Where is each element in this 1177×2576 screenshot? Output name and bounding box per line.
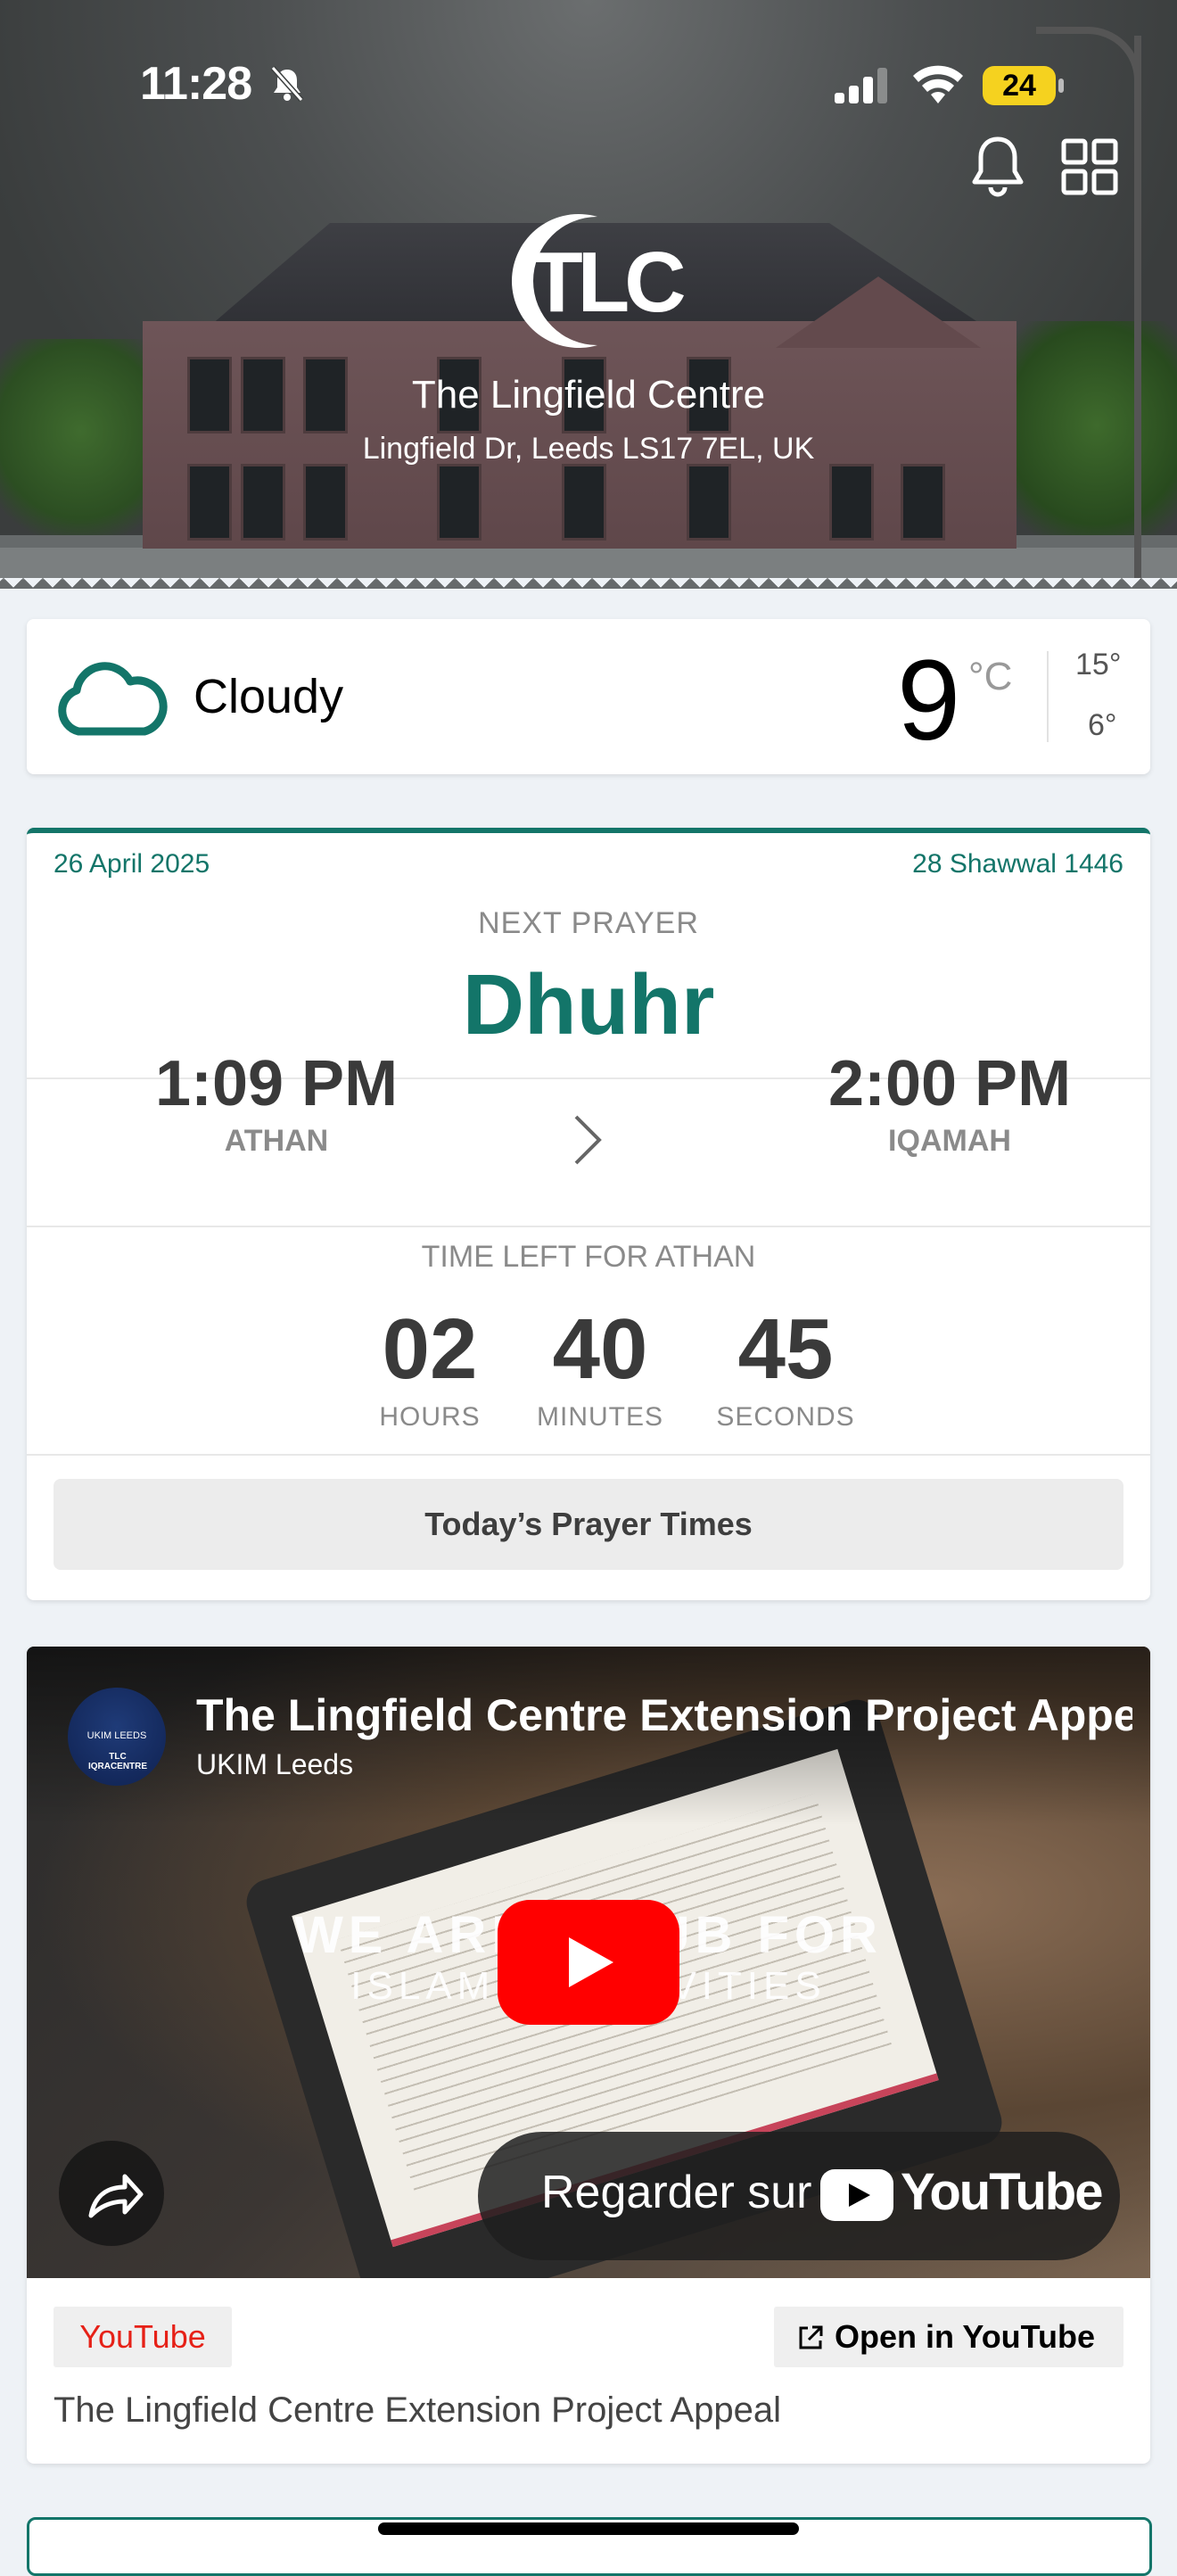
battery-level: 24 <box>983 66 1056 105</box>
open-in-youtube-button[interactable]: Open in YouTube <box>774 2307 1124 2367</box>
divider <box>27 1454 1150 1456</box>
iqamah-label: IQAMAH <box>888 1124 1011 1158</box>
countdown-minutes: 40 <box>552 1301 648 1397</box>
youtube-wordmark: YouTube <box>901 2163 1103 2221</box>
share-icon <box>88 2174 144 2218</box>
watch-on-label: Regarder sur <box>541 2167 812 2218</box>
centre-address: Lingfield Dr, Leeds LS17 7EL, UK <box>362 432 815 466</box>
bell-icon[interactable] <box>967 134 1028 198</box>
wifi-icon <box>913 65 963 103</box>
next-prayer-name: Dhuhr <box>462 957 715 1053</box>
temperature-divider <box>1047 651 1049 742</box>
countdown-seconds: 45 <box>737 1301 834 1397</box>
channel-name[interactable]: UKIM Leeds <box>196 1748 353 1781</box>
chevron-right-icon <box>574 1115 602 1165</box>
status-time: 11:28 <box>140 58 252 110</box>
iqamah-time: 2:00 PM <box>827 1048 1072 1119</box>
source-badge: YouTube <box>54 2307 232 2367</box>
play-icon[interactable] <box>498 1900 679 2025</box>
countdown-hours-label: HOURS <box>379 1402 481 1432</box>
street-lamp <box>1134 36 1141 580</box>
youtube-logo-icon <box>820 2169 893 2221</box>
battery-indicator: 24 <box>983 66 1066 105</box>
logo-text: TLC <box>531 235 687 330</box>
video-description: The Lingfield Centre Extension Project A… <box>54 2390 782 2430</box>
next-prayer-label: NEXT PRAYER <box>478 906 699 940</box>
weather-condition: Cloudy <box>193 670 344 723</box>
temperature: 9 <box>897 637 960 764</box>
athan-label: ATHAN <box>224 1124 329 1158</box>
grid-icon[interactable] <box>1061 138 1118 195</box>
video-card: UKIM LEEDS TLC IQRACENTRE The Lingfield … <box>27 1647 1150 2464</box>
todays-prayer-times-button[interactable]: Today’s Prayer Times <box>54 1479 1124 1570</box>
divider <box>27 1226 1150 1227</box>
avatar-text: UKIM LEEDS <box>86 1730 147 1741</box>
video-title[interactable]: The Lingfield Centre Extension Project A… <box>196 1689 1132 1741</box>
temperature-high: 15° <box>1075 648 1122 681</box>
hijri-date: 28 Shawwal 1446 <box>912 849 1124 879</box>
cloud-icon <box>58 662 168 736</box>
open-in-youtube-label: Open in YouTube <box>835 2318 1095 2355</box>
weather-card: Cloudy 9 °C 15° 6° <box>27 619 1150 774</box>
prayer-card: 26 April 2025 28 Shawwal 1446 NEXT PRAYE… <box>27 828 1150 1600</box>
temperature-unit: °C <box>968 655 1013 698</box>
centre-name: The Lingfield Centre <box>411 373 766 417</box>
time-left-label: TIME LEFT FOR ATHAN <box>421 1240 756 1274</box>
video-thumbnail[interactable]: UKIM LEEDS TLC IQRACENTRE The Lingfield … <box>27 1647 1150 2278</box>
gregorian-date: 26 April 2025 <box>54 849 210 879</box>
zigzag-edge <box>0 578 1177 589</box>
temperature-low: 6° <box>1088 708 1117 742</box>
countdown-hours: 02 <box>382 1301 478 1397</box>
countdown-seconds-label: SECONDS <box>716 1402 855 1432</box>
bell-slash-icon <box>270 66 304 102</box>
signal-icon <box>835 68 887 103</box>
external-link-icon <box>799 2325 823 2349</box>
athan-time: 1:09 PM <box>154 1048 399 1119</box>
home-indicator[interactable] <box>378 2522 799 2535</box>
avatar-text: TLC IQRACENTRE <box>87 1752 148 1771</box>
share-button[interactable] <box>59 2141 164 2246</box>
countdown-minutes-label: MINUTES <box>537 1402 663 1432</box>
